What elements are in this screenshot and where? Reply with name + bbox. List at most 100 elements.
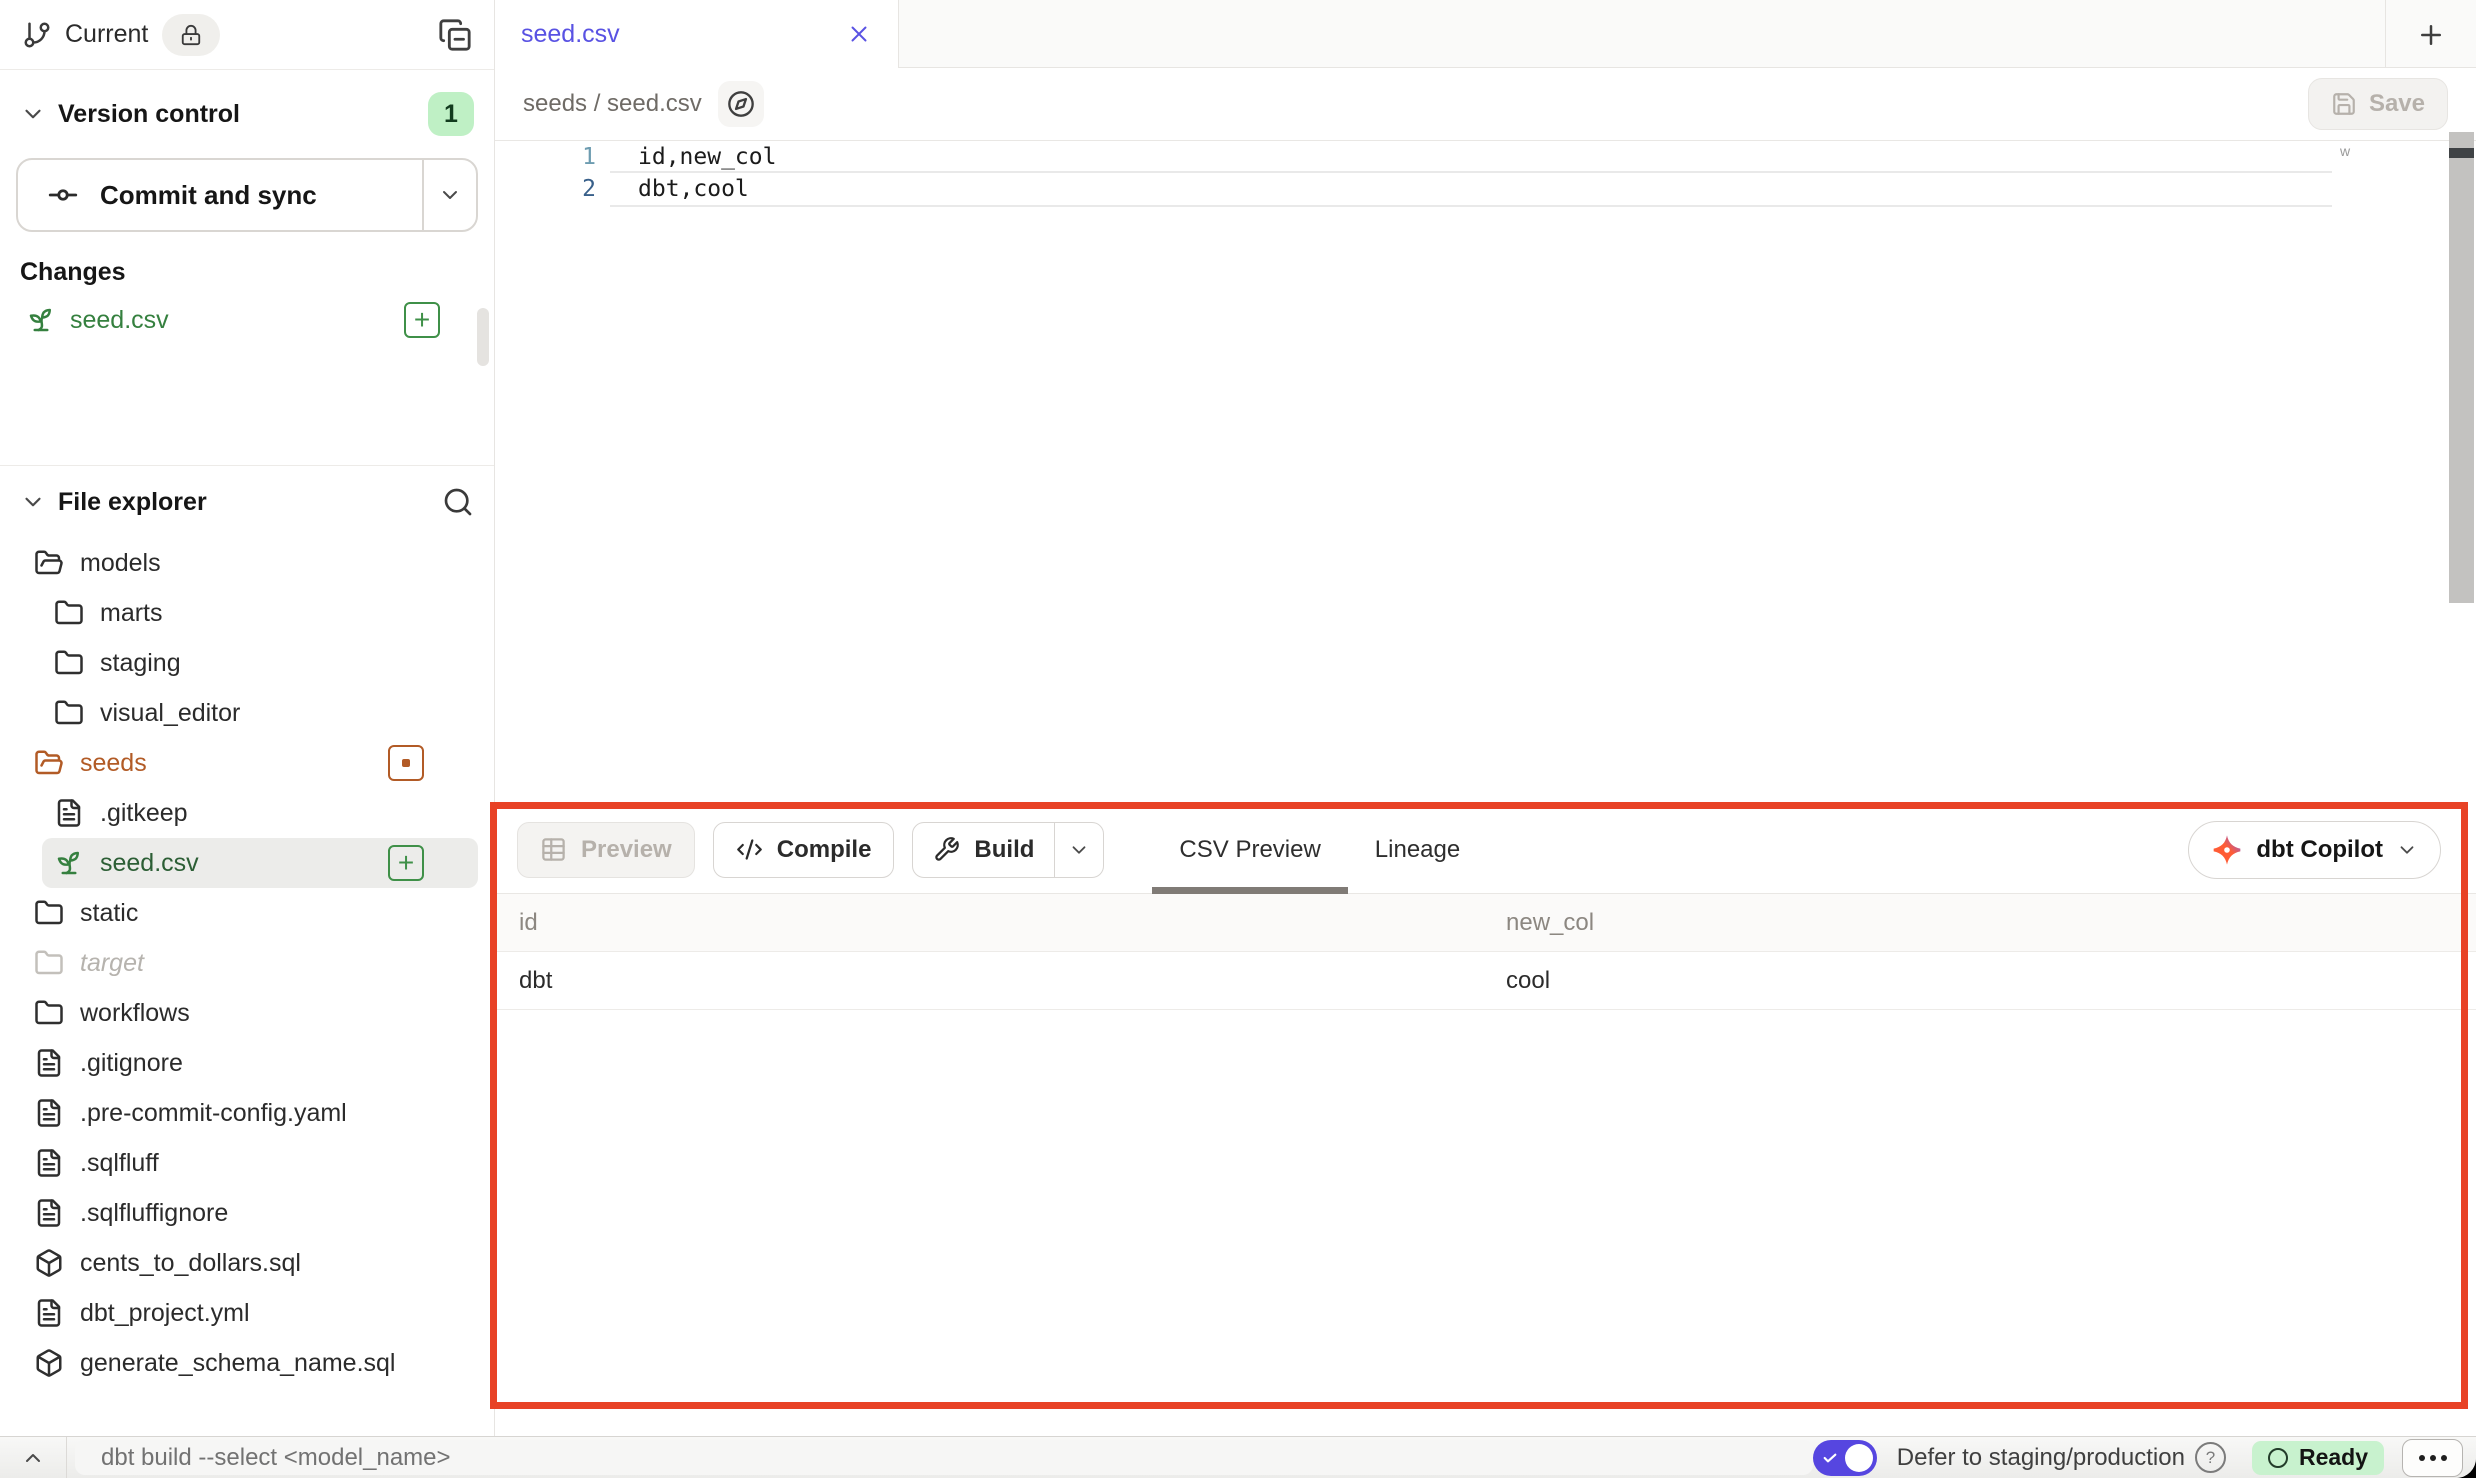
file-item-label: .sqlfluffignore (80, 1199, 228, 1228)
file-icon (34, 1198, 64, 1228)
branch-locked-badge (162, 14, 220, 56)
table-header-row: idnew_col (495, 894, 2476, 952)
version-control-title: Version control (58, 100, 240, 129)
file-item-label: seed.csv (100, 849, 199, 878)
save-button[interactable]: Save (2308, 78, 2448, 130)
commit-and-sync-main[interactable]: Commit and sync (18, 160, 422, 230)
file-item-dbt_project.yml: dbt_project.yml (0, 1288, 494, 1338)
sprout-icon (26, 305, 56, 335)
build-button[interactable]: Build (913, 823, 1054, 877)
file-item-surface[interactable]: dbt_project.yml (16, 1288, 478, 1338)
editor-scrollbar[interactable] (2449, 132, 2474, 603)
chevron-down-icon (1068, 839, 1090, 861)
file-item-label: marts (100, 599, 163, 628)
preview-button[interactable]: Preview (517, 822, 695, 878)
stage-file-icon[interactable]: + (404, 302, 440, 338)
editor-line-1[interactable]: 1id,new_col (495, 141, 2476, 173)
file-explorer-title: File explorer (58, 488, 207, 517)
ready-label: Ready (2299, 1444, 2368, 1471)
dbt-copilot-button[interactable]: dbt Copilot (2188, 821, 2441, 879)
file-icon (34, 1148, 64, 1178)
editor-line-2[interactable]: 2 dbt,cool (495, 173, 2476, 205)
version-control-header[interactable]: Version control 1 (0, 70, 494, 158)
file-item-static: static (0, 888, 494, 938)
line-number: 1 (495, 144, 596, 170)
git-branch-icon (22, 20, 52, 50)
file-item-surface[interactable]: staging (42, 638, 478, 688)
tab-label: seed.csv (521, 20, 620, 49)
table-icon (540, 836, 567, 863)
code-editor[interactable]: 1id,new_col2dbt,cool w (495, 141, 2476, 806)
file-item-surface[interactable]: visual_editor (42, 688, 478, 738)
file-item-surface[interactable]: .gitignore (16, 1038, 478, 1088)
file-item-surface[interactable]: seed.csv + (42, 838, 478, 888)
tab-seed-csv[interactable]: seed.csv (495, 0, 899, 68)
file-item-label: models (80, 549, 161, 578)
folder-icon (54, 648, 84, 678)
file-item-surface[interactable]: .sqlfluffignore (16, 1188, 478, 1238)
folder-icon (34, 898, 64, 928)
copy-files-icon[interactable] (438, 18, 472, 52)
ready-circle-icon (2268, 1448, 2288, 1468)
expand-command-bar-button[interactable] (0, 1437, 66, 1478)
file-item-surface[interactable]: target (16, 938, 478, 988)
line-content: dbt,cool (638, 176, 749, 202)
box-icon (34, 1348, 64, 1378)
file-item-.gitkeep: .gitkeep (0, 788, 494, 838)
build-split-button: Build (912, 822, 1104, 878)
navigate-button[interactable] (718, 81, 764, 127)
file-icon (54, 798, 84, 828)
editor-scrollbar-thumb[interactable] (2449, 148, 2474, 158)
breadcrumb: seeds / seed.csv (523, 90, 702, 118)
file-item-surface[interactable]: .pre-commit-config.yaml (16, 1088, 478, 1138)
file-item-surface[interactable]: models (16, 538, 478, 588)
file-item-label: visual_editor (100, 699, 240, 728)
file-item-surface[interactable]: seeds (16, 738, 478, 788)
panel-tab-csv-preview[interactable]: CSV Preview (1152, 806, 1347, 893)
results-panel: Preview Compile Build CSV PreviewLineage… (495, 806, 2476, 1436)
help-icon[interactable]: ? (2195, 1442, 2226, 1473)
file-item-surface[interactable]: marts (42, 588, 478, 638)
command-input[interactable]: dbt build --select <model_name> (75, 1440, 1813, 1475)
save-icon (2331, 91, 2357, 117)
build-options-caret[interactable] (1054, 823, 1103, 877)
commit-and-sync-label: Commit and sync (100, 180, 317, 211)
search-icon[interactable] (442, 486, 474, 518)
file-item-surface[interactable]: static (16, 888, 478, 938)
new-tab-button[interactable] (2410, 14, 2452, 56)
compile-button[interactable]: Compile (713, 822, 895, 878)
file-item-label: seeds (80, 749, 147, 778)
commit-options-caret[interactable] (422, 160, 476, 230)
file-item-surface[interactable]: .sqlfluff (16, 1138, 478, 1188)
line-number: 2 (495, 176, 596, 202)
statusbar-divider (66, 1437, 67, 1478)
defer-label: Defer to staging/production (1897, 1444, 2185, 1472)
changed-file-name: seed.csv (70, 306, 169, 335)
changed-file-seed.csv[interactable]: seed.csv + (0, 293, 494, 347)
panel-tabs: CSV PreviewLineage (1152, 806, 1487, 893)
file-item-seed.csv: seed.csv + (0, 838, 494, 888)
folder-icon (54, 698, 84, 728)
file-item-label: target (80, 949, 144, 978)
changes-list: seed.csv + (0, 293, 494, 347)
folder-icon (34, 948, 64, 978)
code-icon (736, 836, 763, 863)
file-explorer-header[interactable]: File explorer (0, 466, 494, 538)
defer-toggle[interactable] (1813, 1440, 1877, 1476)
dbt-ide-window: Current Version control 1 Commit and syn… (0, 0, 2476, 1478)
sidebar-scrollbar-thumb[interactable] (477, 308, 489, 366)
dbt-copilot-label: dbt Copilot (2256, 836, 2383, 864)
more-options-button[interactable] (2402, 1439, 2463, 1477)
file-item-surface[interactable]: generate_schema_name.sql (16, 1338, 478, 1388)
added-file-icon[interactable]: + (388, 845, 424, 881)
modified-folder-icon[interactable] (388, 745, 424, 781)
close-tab-icon[interactable] (846, 21, 872, 47)
column-header-id: id (495, 909, 1506, 937)
panel-tab-lineage[interactable]: Lineage (1348, 806, 1487, 893)
file-item-surface[interactable]: cents_to_dollars.sql (16, 1238, 478, 1288)
file-icon (34, 1048, 64, 1078)
file-item-.pre-commit-config.yaml: .pre-commit-config.yaml (0, 1088, 494, 1138)
file-item-surface[interactable]: workflows (16, 988, 478, 1038)
file-item-surface[interactable]: .gitkeep (42, 788, 478, 838)
file-item-label: workflows (80, 999, 190, 1028)
